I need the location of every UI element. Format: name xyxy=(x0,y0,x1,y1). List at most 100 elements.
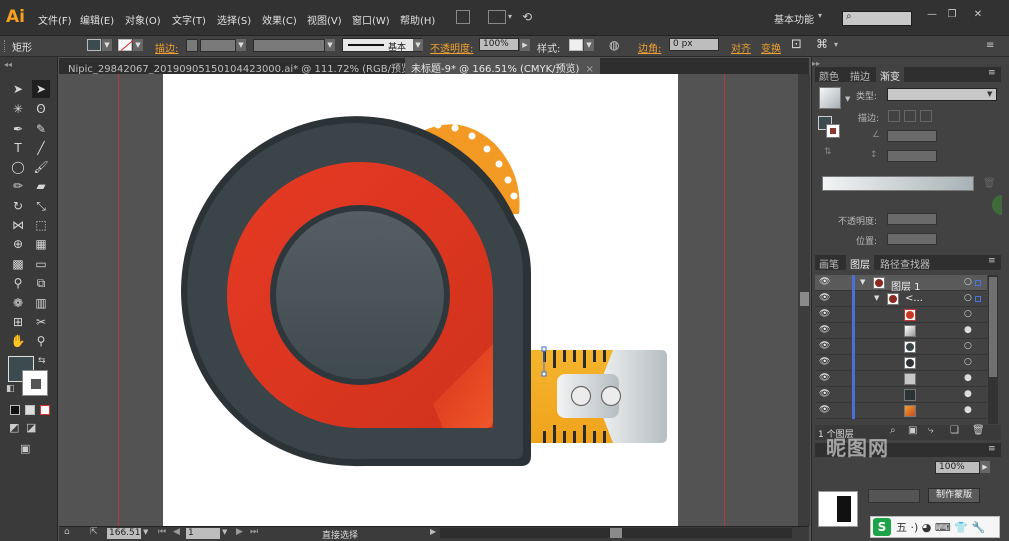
free-transform-tool-icon[interactable]: ⬚ xyxy=(32,216,50,234)
guide-line[interactable] xyxy=(118,74,119,526)
gpu-performance-icon[interactable]: ⟲ xyxy=(522,10,532,24)
stroke-weight-field[interactable] xyxy=(200,39,236,52)
menu-effect[interactable]: 效果(C) xyxy=(262,12,297,27)
direct-selection-tool-icon[interactable]: ➤ xyxy=(32,80,50,98)
none-mode-icon[interactable] xyxy=(40,405,50,415)
collapse-icon[interactable]: ◂◂ xyxy=(4,60,12,69)
target-icon[interactable]: ○ xyxy=(964,357,972,367)
panel-menu-icon[interactable]: ≡ xyxy=(988,444,996,454)
eye-icon[interactable]: 👁 xyxy=(819,325,830,335)
stroke-stepper[interactable] xyxy=(186,39,198,52)
transparency-opacity-field[interactable]: 100% xyxy=(935,461,980,474)
eraser-tool-icon[interactable]: ▰ xyxy=(32,177,50,195)
trash-icon[interactable]: 🗑 xyxy=(972,425,985,436)
gradient-mode-icon[interactable] xyxy=(25,405,35,415)
tab-layers[interactable]: 图层 xyxy=(846,255,874,271)
pen-tool-icon[interactable]: ✒ xyxy=(9,120,27,138)
eye-icon[interactable]: 👁 xyxy=(819,357,830,367)
default-colors-icon[interactable]: ◧ xyxy=(6,384,15,394)
eye-icon[interactable]: 👁 xyxy=(819,373,830,383)
target-icon[interactable]: ○ xyxy=(964,309,972,319)
target-icon[interactable]: ○ xyxy=(964,341,972,351)
search-input[interactable] xyxy=(842,11,912,26)
bridge-icon[interactable] xyxy=(456,10,470,24)
panel-menu-icon[interactable]: ≡ xyxy=(988,68,996,78)
gradient-type-select[interactable] xyxy=(887,88,997,101)
layer-row[interactable] xyxy=(815,339,987,355)
chevron-down-icon[interactable]: ▼ xyxy=(102,39,112,51)
chevron-down-icon[interactable]: ▼ xyxy=(845,95,850,103)
tab-document-2[interactable]: 未标题-9* @ 166.51% (CMYK/预览) × xyxy=(405,58,600,75)
workspace-switcher[interactable]: 基本功能 xyxy=(774,11,814,26)
align-link[interactable]: 对齐 xyxy=(731,40,751,55)
chevron-down-icon[interactable]: ▼ xyxy=(325,39,335,51)
new-sublayer-icon[interactable]: ⤷ xyxy=(928,425,934,436)
layer-row[interactable] xyxy=(815,323,987,339)
gradient-stroke-icon[interactable] xyxy=(826,124,840,138)
hand-tool-icon[interactable]: ✋ xyxy=(9,332,27,350)
shape-builder-tool-icon[interactable]: ⊕ xyxy=(9,235,27,253)
menu-select[interactable]: 选择(S) xyxy=(217,12,251,27)
layer-row[interactable] xyxy=(815,403,987,419)
artboard-tool-icon[interactable]: ⊞ xyxy=(9,313,27,331)
tab-document-1[interactable]: Nipic_29842067_20190905150104423000.ai* … xyxy=(62,58,435,75)
scrollbar-thumb[interactable] xyxy=(989,277,997,377)
tab-stroke[interactable]: 描边 xyxy=(846,67,874,83)
select-similar-icon[interactable]: ⌘ xyxy=(816,37,828,51)
arrange-documents-icon[interactable] xyxy=(488,10,506,24)
pencil-tool-icon[interactable]: ✏ xyxy=(9,177,27,195)
panel-menu-icon[interactable]: ≡ xyxy=(988,256,996,266)
lasso-tool-icon[interactable]: ʘ xyxy=(32,100,50,118)
aspect-ratio-field[interactable] xyxy=(887,150,937,162)
chevron-down-icon[interactable]: ▾ xyxy=(818,11,822,20)
new-layer-icon[interactable]: ❏ xyxy=(950,425,959,436)
gradient-slider[interactable] xyxy=(822,176,974,191)
target-icon[interactable]: ○ xyxy=(964,277,972,287)
corners-link[interactable]: 边角: xyxy=(638,40,661,55)
clipping-mask-icon[interactable]: ▣ xyxy=(908,425,917,436)
chevron-right-icon[interactable]: ▶ xyxy=(520,39,530,51)
menu-type[interactable]: 文字(T) xyxy=(172,12,206,27)
tape-measure-artwork[interactable] xyxy=(163,74,678,526)
eye-icon[interactable]: 👁 xyxy=(819,341,830,351)
eye-icon[interactable]: 👁 xyxy=(819,293,830,303)
guide-line[interactable] xyxy=(724,74,725,526)
screen-mode-icon[interactable]: ▣ xyxy=(20,442,30,455)
status-icon[interactable]: ⌂ xyxy=(64,527,70,537)
angle-field[interactable] xyxy=(887,130,937,142)
perspective-grid-tool-icon[interactable]: ▦ xyxy=(32,235,50,253)
menu-object[interactable]: 对象(O) xyxy=(125,12,161,27)
fill-color-swatch[interactable] xyxy=(87,39,101,51)
corner-radius-field[interactable]: 0 px xyxy=(669,38,719,51)
gradient-tool-icon[interactable]: ▭ xyxy=(32,255,50,273)
zoom-tool-icon[interactable]: ⚲ xyxy=(32,332,50,350)
width-tool-icon[interactable]: ⋈ xyxy=(9,216,27,234)
swap-colors-icon[interactable]: ⇆ xyxy=(38,356,46,366)
tab-brushes[interactable]: 画笔 xyxy=(815,255,843,271)
next-artboard-icon[interactable]: ▶ xyxy=(236,527,243,537)
layer-row[interactable] xyxy=(815,387,987,403)
selection-indicator[interactable] xyxy=(975,280,981,286)
stroke-color-box[interactable] xyxy=(22,370,48,396)
target-icon[interactable]: ○ xyxy=(964,293,972,303)
gradient-preview-swatch[interactable] xyxy=(819,87,841,109)
chevron-down-icon[interactable]: ▼ xyxy=(222,528,227,536)
chevron-down-icon[interactable]: ▼ xyxy=(987,90,992,98)
target-icon[interactable]: ● xyxy=(964,373,972,383)
layer-row[interactable] xyxy=(815,355,987,371)
curvature-tool-icon[interactable]: ✎ xyxy=(32,120,50,138)
close-icon[interactable]: ✕ xyxy=(970,9,986,23)
eye-icon[interactable]: 👁 xyxy=(819,405,830,415)
group-name[interactable]: <... xyxy=(905,293,923,304)
layer-row[interactable] xyxy=(815,371,987,387)
eye-icon[interactable]: 👁 xyxy=(819,309,830,319)
share-icon[interactable]: ⇱ xyxy=(90,527,98,537)
chevron-down-icon[interactable]: ▼ xyxy=(143,528,148,536)
selection-indicator[interactable] xyxy=(975,296,981,302)
ime-controls[interactable]: 五 ·) ◕ ⌨ 👕 🔧 xyxy=(896,519,985,535)
layer-row[interactable] xyxy=(815,291,987,307)
chevron-right-icon[interactable]: ▶ xyxy=(430,527,436,536)
eyedropper-tool-icon[interactable]: ⚲ xyxy=(9,274,27,292)
eye-icon[interactable]: 👁 xyxy=(819,277,830,287)
ellipse-tool-icon[interactable]: ◯ xyxy=(9,158,27,176)
